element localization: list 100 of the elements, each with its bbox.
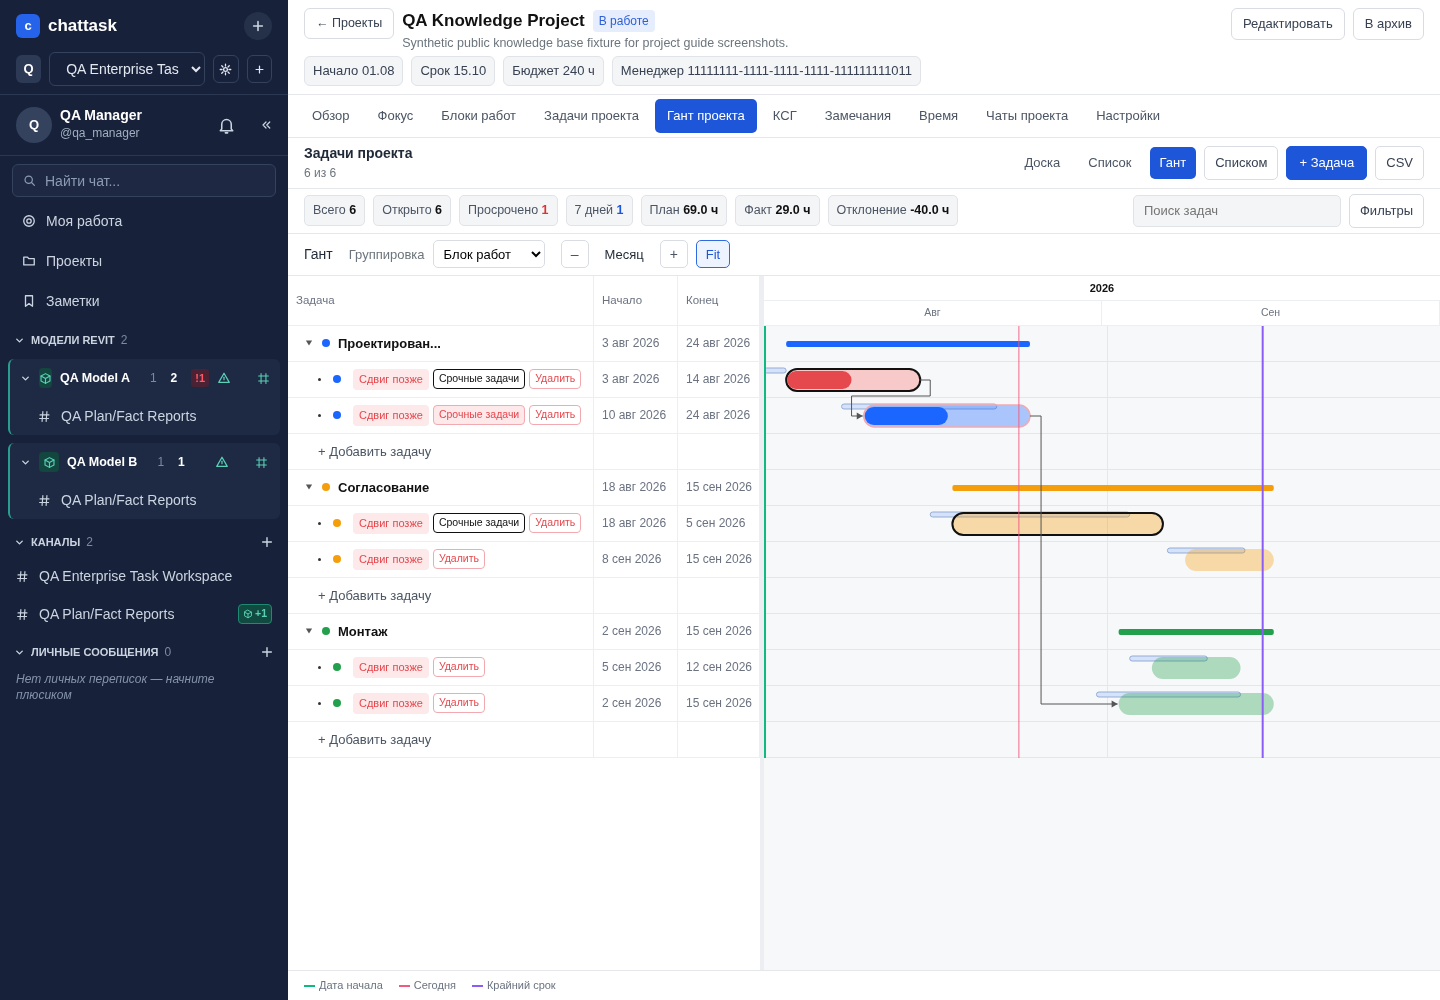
- column-header: Начало: [602, 292, 643, 308]
- tab[interactable]: Замечания: [812, 99, 903, 133]
- tab[interactable]: Гант проекта: [654, 99, 757, 133]
- shift-tag: Сдвиг позже: [353, 513, 429, 534]
- settings-icon: [219, 62, 233, 76]
- hash-icon: [38, 409, 51, 423]
- tab[interactable]: Задачи проекта: [532, 99, 651, 133]
- settings-button[interactable]: [213, 55, 239, 83]
- channel-item[interactable]: QA Enterprise Task Workspace: [0, 557, 288, 595]
- model-name[interactable]: QA Model A: [60, 368, 130, 388]
- end-date: 12 сен 2026: [686, 659, 752, 677]
- filters-button[interactable]: Фильтры: [1349, 194, 1424, 228]
- hash-icon: [16, 569, 29, 583]
- status-dot: [333, 519, 341, 528]
- section-title: Задачи проекта: [304, 144, 414, 164]
- empty-message: Нет личных переписок — начните плюсиком: [15, 671, 216, 705]
- status-dot: [333, 411, 341, 420]
- toolbar-button[interactable]: CSV: [1375, 146, 1424, 180]
- add-task-link[interactable]: + Добавить задачу: [296, 441, 432, 461]
- start-date: 3 авг 2026: [602, 371, 660, 389]
- shift-tag: Сдвиг позже: [353, 405, 429, 426]
- action-button[interactable]: Редактировать: [1230, 8, 1345, 40]
- tab[interactable]: Фокус: [365, 99, 426, 133]
- tab[interactable]: КСГ: [760, 99, 809, 133]
- channel-item[interactable]: QA Plan/Fact Reports: [10, 481, 280, 519]
- bullet-icon: [318, 701, 321, 705]
- month-label: Авг: [924, 304, 941, 320]
- group-name: Согласование: [338, 478, 430, 497]
- bullet-icon: [318, 521, 321, 525]
- tab[interactable]: Обзор: [300, 99, 362, 133]
- stat-chip: Отклонение -40.0 ч: [827, 195, 959, 227]
- start-date: 18 авг 2026: [602, 515, 667, 533]
- add-button[interactable]: [246, 55, 272, 83]
- channel-item[interactable]: QA Plan/Fact Reports: [10, 397, 280, 435]
- delete-button[interactable]: Удалить: [432, 549, 485, 570]
- chat-search-field[interactable]: Найти чат...: [12, 164, 276, 197]
- back-button[interactable]: ← Проекты: [304, 8, 395, 39]
- start-date: 5 сен 2026: [602, 659, 662, 677]
- delete-button[interactable]: Удалить: [529, 405, 582, 426]
- tab[interactable]: Время: [907, 99, 971, 133]
- grouping-select[interactable]: Блок работ: [432, 240, 545, 269]
- delete-button[interactable]: Удалить: [432, 657, 485, 678]
- tab[interactable]: Блоки работ: [429, 99, 529, 133]
- bullet-icon: [318, 377, 321, 381]
- action-button[interactable]: В архив: [1352, 8, 1424, 40]
- toolbar-button[interactable]: Списком: [1204, 146, 1279, 180]
- column-header: Конец: [686, 292, 719, 308]
- grid-icon[interactable]: [255, 455, 268, 469]
- urgent-button[interactable]: Срочные задачи: [432, 369, 526, 390]
- model-name[interactable]: QA Model B: [67, 452, 138, 472]
- stat-chip: Просрочено 1: [459, 195, 558, 227]
- tab[interactable]: Настройки: [1084, 99, 1172, 133]
- end-date: 15 сен 2026: [686, 551, 752, 569]
- delete-button[interactable]: Удалить: [432, 693, 485, 714]
- plus-icon: [251, 19, 265, 33]
- stat-chip: Факт 29.0 ч: [735, 195, 820, 227]
- collapse-button[interactable]: [260, 119, 272, 131]
- user-handle: @qa_manager: [60, 124, 141, 142]
- zoom-out-button[interactable]: –: [560, 240, 589, 269]
- count: 1: [149, 370, 157, 387]
- view-tab[interactable]: Список: [1078, 147, 1142, 179]
- start-date: 18 авг 2026: [602, 479, 667, 497]
- legend-item: Крайний срок: [471, 977, 556, 994]
- nav-item[interactable]: Проекты: [0, 241, 288, 281]
- add-task-link[interactable]: + Добавить задачу: [296, 585, 432, 605]
- workspace-select[interactable]: QA Enterprise Tas: [49, 52, 206, 86]
- task-search-field[interactable]: Поиск задач: [1133, 194, 1341, 227]
- view-tab[interactable]: Гант: [1149, 147, 1197, 179]
- status-dot: [333, 699, 341, 708]
- bullet-icon: [318, 557, 321, 561]
- start-date: 3 авг 2026: [602, 335, 660, 353]
- nav-item[interactable]: Моя работа: [0, 201, 288, 241]
- grouping-label: Группировка: [348, 245, 425, 264]
- view-tab[interactable]: Доска: [1014, 147, 1071, 179]
- shift-tag: Сдвиг позже: [353, 549, 429, 570]
- search-icon: [23, 174, 36, 187]
- channel-item[interactable]: QA Plan/Fact Reports +1: [0, 595, 288, 633]
- stat-chip: 7 дней 1: [565, 195, 633, 227]
- nav-item[interactable]: Заметки: [0, 281, 288, 321]
- tab[interactable]: Чаты проекта: [974, 99, 1081, 133]
- warning-icon[interactable]: [217, 371, 232, 385]
- urgent-button[interactable]: Срочные задачи: [432, 513, 526, 534]
- logo: c: [16, 14, 40, 38]
- delete-button[interactable]: Удалить: [529, 513, 582, 534]
- grid-icon[interactable]: [257, 371, 271, 385]
- group-name: Монтаж: [338, 622, 388, 641]
- baseline-bar: [764, 367, 787, 374]
- year-label: 2026: [764, 275, 1440, 301]
- add-task-link[interactable]: + Добавить задачу: [296, 729, 432, 749]
- fit-button[interactable]: Fit: [695, 240, 731, 269]
- zoom-in-button[interactable]: +: [659, 240, 688, 269]
- delete-button[interactable]: Удалить: [529, 369, 582, 390]
- bullet-icon: [318, 413, 321, 417]
- warning-icon[interactable]: [215, 455, 229, 469]
- legend-item: Дата начала: [304, 977, 383, 994]
- new-button[interactable]: [244, 12, 272, 40]
- add-task-button[interactable]: + Задача: [1286, 146, 1368, 180]
- channel-name: QA Enterprise Task Workspace: [39, 566, 233, 586]
- plus-icon: [260, 645, 274, 659]
- user-name: QA Manager: [60, 108, 143, 124]
